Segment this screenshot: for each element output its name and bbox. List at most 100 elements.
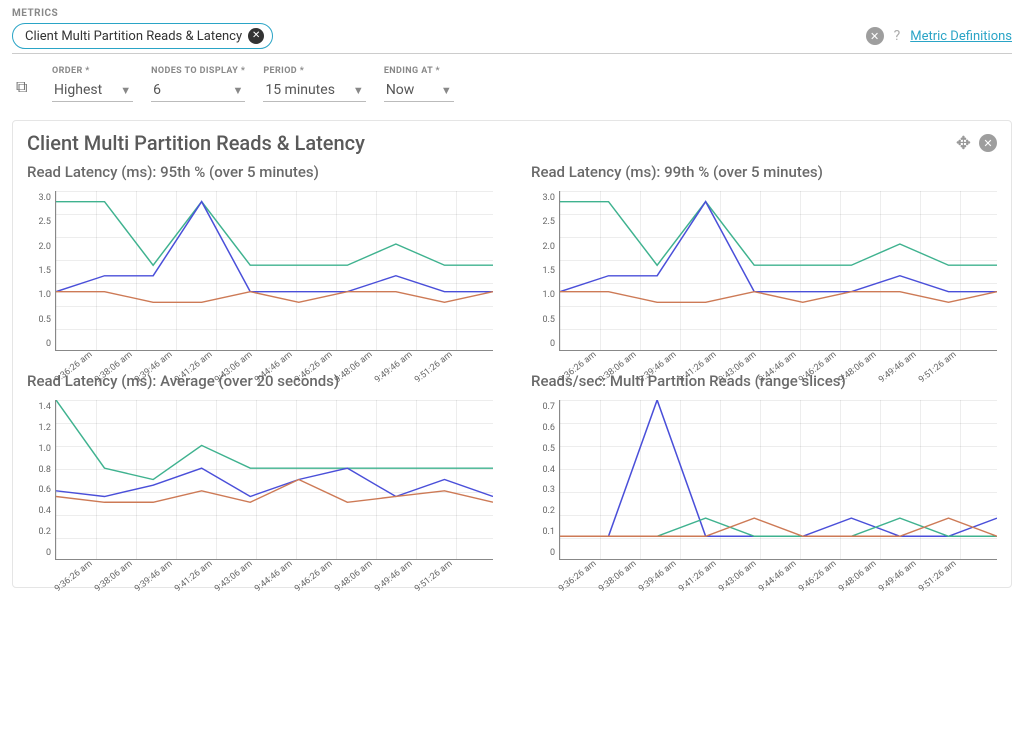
- plot-column: 9:36:26 am9:38:06 am9:39:46 am9:41:26 am…: [559, 400, 997, 573]
- move-icon[interactable]: ✥: [956, 133, 971, 154]
- y-tick: 1.2: [39, 423, 52, 433]
- y-tick: 0: [550, 339, 555, 349]
- clear-filters-icon[interactable]: ✕: [866, 27, 884, 45]
- ending-label: ENDING AT *: [384, 66, 454, 76]
- chart-wrap: 0.70.60.50.40.30.20.109:36:26 am9:38:06 …: [531, 400, 997, 573]
- metric-chip-label: Client Multi Partition Reads & Latency: [25, 29, 242, 44]
- period-select[interactable]: 15 minutes ▼: [263, 79, 365, 102]
- plot-area[interactable]: [55, 400, 493, 560]
- chart-cell: Reads/sec: Multi Partition Reads (range …: [531, 372, 997, 573]
- chart-title: Read Latency (ms): 95th % (over 5 minute…: [27, 163, 493, 181]
- metric-card: Client Multi Partition Reads & Latency ✥…: [12, 120, 1012, 588]
- x-tick: 9:46:26 am: [797, 563, 833, 594]
- y-tick: 0.8: [39, 465, 52, 475]
- ending-control: ENDING AT * Now ▼: [384, 66, 454, 102]
- period-control: PERIOD * 15 minutes ▼: [263, 66, 365, 102]
- y-tick: 1.5: [543, 266, 556, 276]
- y-axis: 3.0 2.5 2.0 1.5 1.0 0.5 0: [531, 191, 559, 363]
- y-tick: 2.5: [543, 217, 556, 227]
- nodes-select[interactable]: 6 ▼: [151, 79, 245, 102]
- y-tick: 0.5: [543, 315, 556, 325]
- y-tick: 1.0: [543, 290, 556, 300]
- x-axis: 9:36:26 am9:38:06 am9:39:46 am9:41:26 am…: [45, 560, 493, 573]
- x-axis: 9:36:26 am9:38:06 am9:39:46 am9:41:26 am…: [45, 351, 493, 364]
- x-tick: 9:39:46 am: [637, 563, 673, 594]
- chip-remove-icon[interactable]: ✕: [248, 28, 264, 44]
- y-tick: 3.0: [39, 193, 52, 203]
- card-close-icon[interactable]: ✕: [979, 134, 997, 152]
- chart-wrap: 1.41.21.00.80.60.40.209:36:26 am9:38:06 …: [27, 400, 493, 573]
- x-tick: 9:48:06 am: [837, 563, 873, 594]
- nodes-control: NODES TO DISPLAY * 6 ▼: [151, 66, 245, 102]
- chart-svg: [560, 191, 997, 350]
- copy-icon[interactable]: ⧉: [16, 77, 34, 97]
- x-tick: 9:44:46 am: [253, 563, 289, 594]
- filter-right: ✕ ? Metric Definitions: [866, 27, 1012, 45]
- plot-area[interactable]: [559, 191, 997, 351]
- chart-wrap: 3.02.52.01.51.00.509:36:26 am9:38:06 am9…: [531, 191, 997, 364]
- caret-down-icon: ▼: [232, 84, 243, 97]
- y-tick: 1.0: [39, 290, 52, 300]
- y-tick: 0.2: [543, 506, 556, 516]
- plot-area[interactable]: [559, 400, 997, 560]
- ending-value: Now: [386, 82, 415, 98]
- chart-cell: Read Latency (ms): 95th % (over 5 minute…: [27, 163, 493, 364]
- caret-down-icon: ▼: [353, 84, 364, 97]
- y-tick: 0.5: [39, 315, 52, 325]
- series-line: [560, 292, 997, 303]
- y-axis: 1.41.21.00.80.60.40.20: [27, 400, 55, 572]
- series-line: [560, 400, 997, 536]
- series-line: [56, 202, 493, 292]
- y-tick: 0: [46, 548, 51, 558]
- x-tick: 9:49:46 am: [373, 563, 409, 594]
- period-value: 15 minutes: [265, 82, 335, 98]
- y-axis: 0.70.60.50.40.30.20.10: [531, 400, 559, 572]
- plot-column: 9:36:26 am9:38:06 am9:39:46 am9:41:26 am…: [55, 400, 493, 573]
- y-tick: 2.5: [39, 217, 52, 227]
- x-tick: 9:38:06 am: [597, 563, 633, 594]
- x-tick: 9:38:06 am: [93, 563, 129, 594]
- section-label: METRICS: [12, 8, 1012, 19]
- ending-select[interactable]: Now ▼: [384, 79, 454, 102]
- y-tick: 0.4: [543, 465, 556, 475]
- x-tick: 9:48:06 am: [333, 563, 369, 594]
- y-tick: 0.4: [39, 506, 52, 516]
- controls-row: ⧉ ORDER * Highest ▼ NODES TO DISPLAY * 6…: [12, 66, 1012, 102]
- plot-column: 9:36:26 am9:38:06 am9:39:46 am9:41:26 am…: [55, 191, 493, 364]
- y-tick: 1.5: [39, 266, 52, 276]
- series-line: [56, 480, 493, 503]
- x-tick: 9:43:06 am: [213, 563, 249, 594]
- y-tick: 1.4: [39, 402, 52, 412]
- chart-wrap: 3.0 2.5 2.0 1.5 1.0 0.5 0 9:36:26 am9:38:06 am9…: [27, 191, 493, 364]
- x-tick: 9:41:26 am: [677, 563, 713, 594]
- help-icon[interactable]: ?: [894, 28, 901, 44]
- chart-cell: Read Latency (ms): 99th % (over 5 minute…: [531, 163, 997, 364]
- nodes-label: NODES TO DISPLAY *: [151, 66, 245, 76]
- series-line: [560, 202, 997, 266]
- chart-svg: [56, 191, 493, 350]
- order-control: ORDER * Highest ▼: [52, 66, 133, 102]
- metric-chip[interactable]: Client Multi Partition Reads & Latency ✕: [12, 23, 273, 49]
- order-value: Highest: [54, 82, 102, 98]
- chart-cell: Read Latency (ms): Average (over 20 seco…: [27, 372, 493, 573]
- nodes-value: 6: [153, 82, 161, 98]
- plot-area[interactable]: [55, 191, 493, 351]
- series-line: [56, 292, 493, 303]
- series-line: [56, 400, 493, 480]
- caret-down-icon: ▼: [120, 84, 131, 97]
- chart-svg: [56, 400, 493, 559]
- y-tick: 0: [550, 548, 555, 558]
- x-tick: 9:51:26 am: [917, 563, 953, 594]
- metric-definitions-link[interactable]: Metric Definitions: [910, 29, 1012, 44]
- series-line: [560, 518, 997, 536]
- y-tick: 0: [46, 339, 51, 349]
- x-tick: 9:39:46 am: [133, 563, 169, 594]
- x-tick: 9:49:46 am: [877, 563, 913, 594]
- y-tick: 3.0: [543, 193, 556, 203]
- x-tick: 9:51:26 am: [413, 563, 449, 594]
- y-tick: 2.0: [39, 242, 52, 252]
- y-tick: 2.0: [543, 242, 556, 252]
- order-select[interactable]: Highest ▼: [52, 79, 133, 102]
- y-tick: 0.6: [543, 423, 556, 433]
- order-label: ORDER *: [52, 66, 133, 76]
